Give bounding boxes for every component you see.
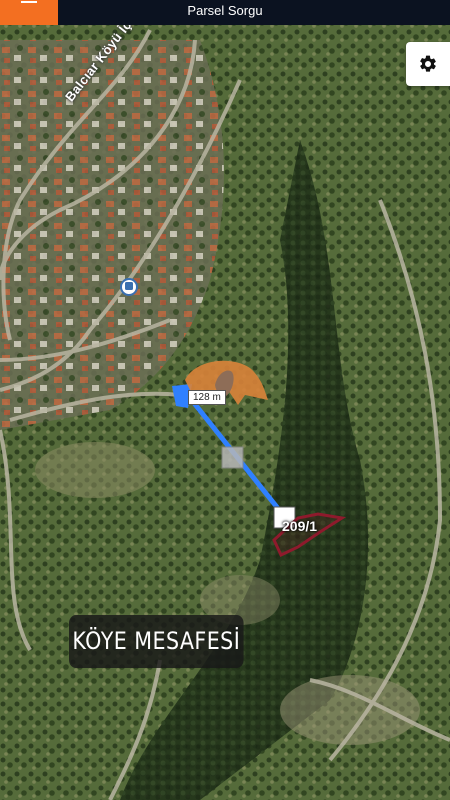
page-title: Parsel Sorgu [187,3,263,18]
settings-button[interactable] [406,42,450,86]
distance-label: 128 m [188,390,226,405]
satellite-map[interactable] [0,25,450,800]
top-bar: Parsel Sorgu [0,0,450,25]
map-canvas [0,25,450,800]
parcel-label[interactable]: 209/1 [282,518,317,534]
distance-caption: KÖYE MESAFESİ [69,615,244,668]
gear-icon [420,55,436,72]
bus-stop-icon[interactable] [120,278,138,296]
